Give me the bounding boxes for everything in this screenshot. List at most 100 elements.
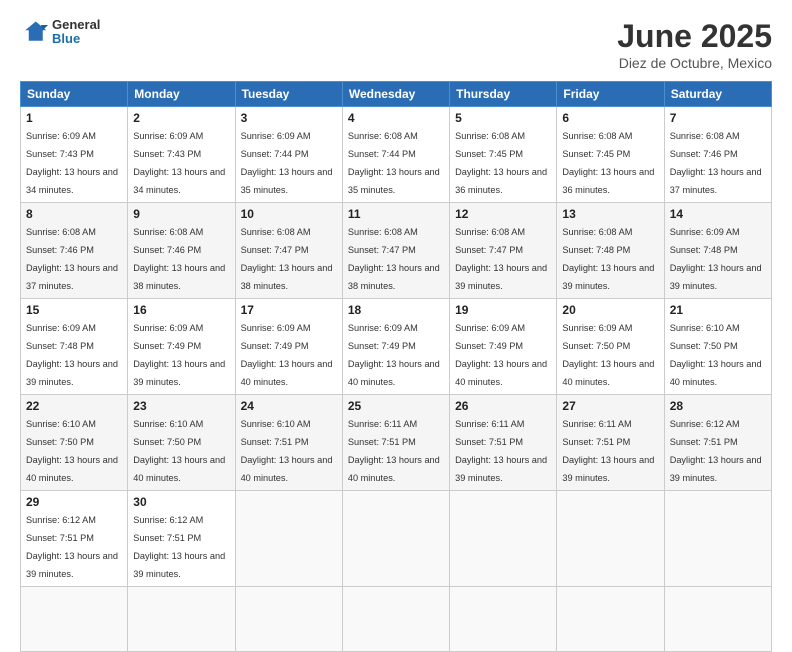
calendar-day-cell: 26 Sunrise: 6:11 AMSunset: 7:51 PMDaylig… <box>450 395 557 491</box>
logo: General Blue <box>20 18 100 47</box>
header-monday: Monday <box>128 82 235 107</box>
day-number: 25 <box>348 399 444 413</box>
logo-general-text: General <box>52 18 100 32</box>
day-number: 15 <box>26 303 122 317</box>
calendar-day-cell: 6 Sunrise: 6:08 AMSunset: 7:45 PMDayligh… <box>557 107 664 203</box>
calendar-day-cell: 23 Sunrise: 6:10 AMSunset: 7:50 PMDaylig… <box>128 395 235 491</box>
subtitle: Diez de Octubre, Mexico <box>617 55 772 71</box>
header: General Blue June 2025 Diez de Octubre, … <box>20 18 772 71</box>
day-detail: Sunrise: 6:09 AMSunset: 7:49 PMDaylight:… <box>241 323 333 387</box>
day-number: 20 <box>562 303 658 317</box>
day-detail: Sunrise: 6:08 AMSunset: 7:46 PMDaylight:… <box>133 227 225 291</box>
day-detail: Sunrise: 6:08 AMSunset: 7:45 PMDaylight:… <box>455 131 547 195</box>
day-number: 14 <box>670 207 766 221</box>
day-detail: Sunrise: 6:09 AMSunset: 7:43 PMDaylight:… <box>26 131 118 195</box>
calendar-day-cell: 4 Sunrise: 6:08 AMSunset: 7:44 PMDayligh… <box>342 107 449 203</box>
calendar-day-cell: 21 Sunrise: 6:10 AMSunset: 7:50 PMDaylig… <box>664 299 771 395</box>
calendar-week-row: 15 Sunrise: 6:09 AMSunset: 7:48 PMDaylig… <box>21 299 772 395</box>
calendar-day-cell <box>664 587 771 652</box>
day-detail: Sunrise: 6:10 AMSunset: 7:50 PMDaylight:… <box>133 419 225 483</box>
day-number: 12 <box>455 207 551 221</box>
calendar-day-cell: 28 Sunrise: 6:12 AMSunset: 7:51 PMDaylig… <box>664 395 771 491</box>
day-number: 26 <box>455 399 551 413</box>
day-detail: Sunrise: 6:08 AMSunset: 7:47 PMDaylight:… <box>241 227 333 291</box>
calendar-day-cell: 29 Sunrise: 6:12 AMSunset: 7:51 PMDaylig… <box>21 491 128 587</box>
day-number: 16 <box>133 303 229 317</box>
calendar-day-cell: 10 Sunrise: 6:08 AMSunset: 7:47 PMDaylig… <box>235 203 342 299</box>
calendar-day-cell: 5 Sunrise: 6:08 AMSunset: 7:45 PMDayligh… <box>450 107 557 203</box>
calendar-table: Sunday Monday Tuesday Wednesday Thursday… <box>20 81 772 652</box>
calendar-day-cell <box>342 587 449 652</box>
calendar-week-row <box>21 587 772 652</box>
day-number: 19 <box>455 303 551 317</box>
day-number: 30 <box>133 495 229 509</box>
day-detail: Sunrise: 6:08 AMSunset: 7:44 PMDaylight:… <box>348 131 440 195</box>
day-number: 28 <box>670 399 766 413</box>
day-number: 23 <box>133 399 229 413</box>
header-friday: Friday <box>557 82 664 107</box>
day-detail: Sunrise: 6:08 AMSunset: 7:47 PMDaylight:… <box>455 227 547 291</box>
day-number: 13 <box>562 207 658 221</box>
weekday-header-row: Sunday Monday Tuesday Wednesday Thursday… <box>21 82 772 107</box>
calendar-week-row: 22 Sunrise: 6:10 AMSunset: 7:50 PMDaylig… <box>21 395 772 491</box>
calendar-day-cell <box>342 491 449 587</box>
day-detail: Sunrise: 6:11 AMSunset: 7:51 PMDaylight:… <box>348 419 440 483</box>
day-detail: Sunrise: 6:08 AMSunset: 7:48 PMDaylight:… <box>562 227 654 291</box>
day-detail: Sunrise: 6:10 AMSunset: 7:50 PMDaylight:… <box>670 323 762 387</box>
calendar-day-cell: 7 Sunrise: 6:08 AMSunset: 7:46 PMDayligh… <box>664 107 771 203</box>
day-detail: Sunrise: 6:10 AMSunset: 7:50 PMDaylight:… <box>26 419 118 483</box>
calendar-day-cell <box>557 587 664 652</box>
calendar-day-cell: 19 Sunrise: 6:09 AMSunset: 7:49 PMDaylig… <box>450 299 557 395</box>
calendar-day-cell: 9 Sunrise: 6:08 AMSunset: 7:46 PMDayligh… <box>128 203 235 299</box>
day-number: 11 <box>348 207 444 221</box>
title-block: June 2025 Diez de Octubre, Mexico <box>617 18 772 71</box>
calendar-day-cell: 2 Sunrise: 6:09 AMSunset: 7:43 PMDayligh… <box>128 107 235 203</box>
calendar-day-cell <box>664 491 771 587</box>
calendar-day-cell: 22 Sunrise: 6:10 AMSunset: 7:50 PMDaylig… <box>21 395 128 491</box>
calendar-day-cell: 12 Sunrise: 6:08 AMSunset: 7:47 PMDaylig… <box>450 203 557 299</box>
page: General Blue June 2025 Diez de Octubre, … <box>0 0 792 612</box>
calendar-week-row: 1 Sunrise: 6:09 AMSunset: 7:43 PMDayligh… <box>21 107 772 203</box>
day-number: 27 <box>562 399 658 413</box>
day-number: 4 <box>348 111 444 125</box>
header-saturday: Saturday <box>664 82 771 107</box>
logo-blue-text: Blue <box>52 32 100 46</box>
day-detail: Sunrise: 6:09 AMSunset: 7:43 PMDaylight:… <box>133 131 225 195</box>
calendar-day-cell: 15 Sunrise: 6:09 AMSunset: 7:48 PMDaylig… <box>21 299 128 395</box>
header-thursday: Thursday <box>450 82 557 107</box>
calendar-day-cell: 25 Sunrise: 6:11 AMSunset: 7:51 PMDaylig… <box>342 395 449 491</box>
day-detail: Sunrise: 6:09 AMSunset: 7:50 PMDaylight:… <box>562 323 654 387</box>
calendar-day-cell: 8 Sunrise: 6:08 AMSunset: 7:46 PMDayligh… <box>21 203 128 299</box>
calendar-day-cell <box>450 491 557 587</box>
calendar-day-cell: 27 Sunrise: 6:11 AMSunset: 7:51 PMDaylig… <box>557 395 664 491</box>
calendar-day-cell <box>235 491 342 587</box>
header-wednesday: Wednesday <box>342 82 449 107</box>
calendar-day-cell <box>235 587 342 652</box>
day-detail: Sunrise: 6:11 AMSunset: 7:51 PMDaylight:… <box>562 419 654 483</box>
header-sunday: Sunday <box>21 82 128 107</box>
day-detail: Sunrise: 6:09 AMSunset: 7:49 PMDaylight:… <box>348 323 440 387</box>
day-number: 29 <box>26 495 122 509</box>
day-number: 2 <box>133 111 229 125</box>
day-detail: Sunrise: 6:10 AMSunset: 7:51 PMDaylight:… <box>241 419 333 483</box>
day-number: 24 <box>241 399 337 413</box>
calendar-day-cell: 1 Sunrise: 6:09 AMSunset: 7:43 PMDayligh… <box>21 107 128 203</box>
day-number: 5 <box>455 111 551 125</box>
calendar-day-cell: 13 Sunrise: 6:08 AMSunset: 7:48 PMDaylig… <box>557 203 664 299</box>
day-number: 7 <box>670 111 766 125</box>
day-detail: Sunrise: 6:08 AMSunset: 7:45 PMDaylight:… <box>562 131 654 195</box>
calendar-day-cell <box>21 587 128 652</box>
day-number: 10 <box>241 207 337 221</box>
calendar-day-cell: 24 Sunrise: 6:10 AMSunset: 7:51 PMDaylig… <box>235 395 342 491</box>
day-detail: Sunrise: 6:09 AMSunset: 7:48 PMDaylight:… <box>670 227 762 291</box>
day-number: 3 <box>241 111 337 125</box>
day-number: 22 <box>26 399 122 413</box>
day-detail: Sunrise: 6:09 AMSunset: 7:49 PMDaylight:… <box>455 323 547 387</box>
calendar-day-cell <box>450 587 557 652</box>
day-number: 6 <box>562 111 658 125</box>
logo-text: General Blue <box>52 18 100 47</box>
calendar-week-row: 8 Sunrise: 6:08 AMSunset: 7:46 PMDayligh… <box>21 203 772 299</box>
calendar-day-cell: 20 Sunrise: 6:09 AMSunset: 7:50 PMDaylig… <box>557 299 664 395</box>
calendar-day-cell: 3 Sunrise: 6:09 AMSunset: 7:44 PMDayligh… <box>235 107 342 203</box>
calendar-day-cell: 30 Sunrise: 6:12 AMSunset: 7:51 PMDaylig… <box>128 491 235 587</box>
